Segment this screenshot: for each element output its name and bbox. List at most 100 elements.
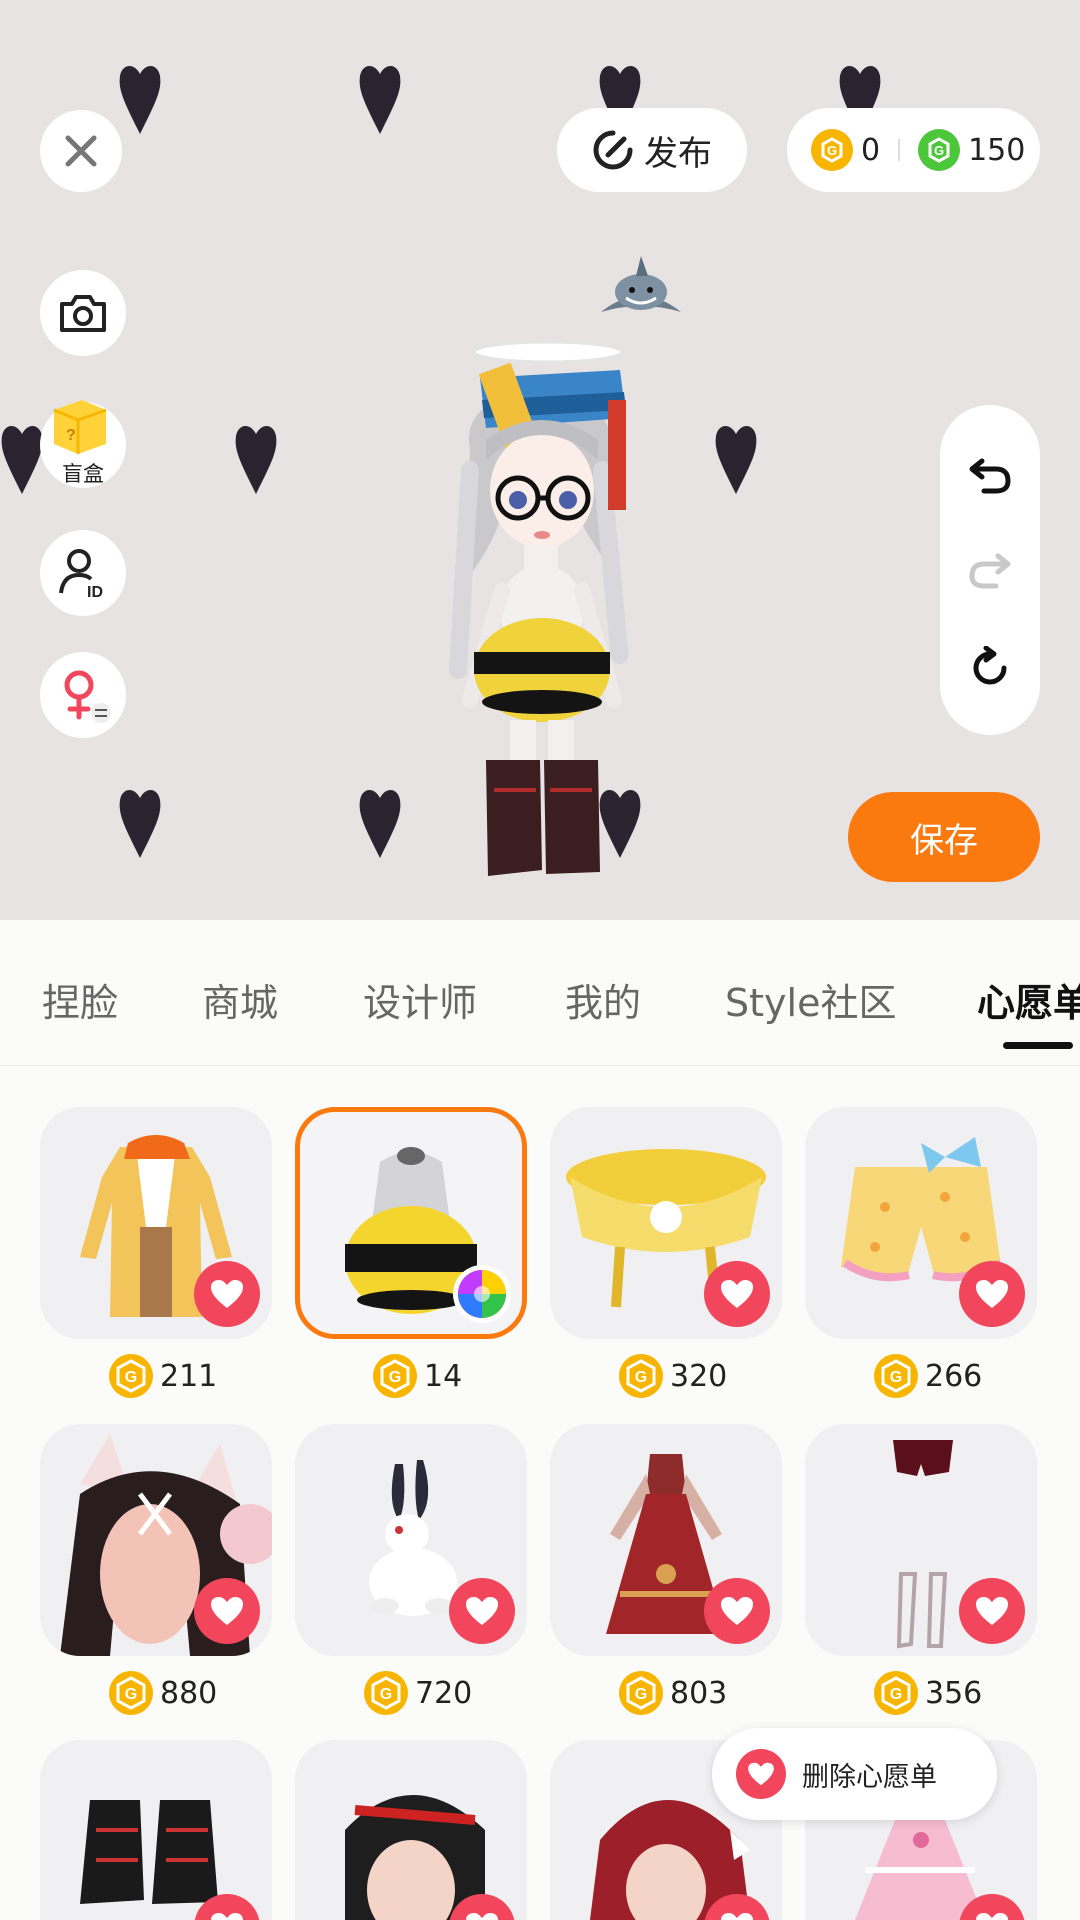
item-price: G 803 bbox=[618, 1668, 727, 1718]
publish-button[interactable]: 发布 bbox=[557, 108, 747, 192]
svg-text:G: G bbox=[125, 1686, 137, 1703]
favorite-button[interactable] bbox=[704, 1261, 770, 1327]
redo-button[interactable] bbox=[965, 545, 1015, 595]
category-tabs: 捏脸 商城 设计师 我的 Style社区 心愿单 bbox=[0, 920, 1080, 1066]
item-price-value: 320 bbox=[670, 1358, 728, 1394]
avatar-stage[interactable]: 发布 G 0 G 150 ? 盲盒 ID 保存 bbox=[0, 0, 1080, 920]
item-price: G 266 bbox=[873, 1351, 982, 1401]
history-panel bbox=[940, 405, 1040, 735]
gold-coin-icon: G bbox=[619, 1354, 663, 1398]
tab-wishlist[interactable]: 心愿单 bbox=[977, 972, 1080, 1027]
svg-text:G: G bbox=[890, 1686, 902, 1703]
wishlist-item-card[interactable] bbox=[550, 1424, 782, 1656]
black-hair-thumbnail bbox=[345, 1795, 485, 1920]
item-price: G 880 bbox=[108, 1668, 217, 1718]
wishlist-item-card[interactable] bbox=[40, 1107, 272, 1339]
wishlist-item-card[interactable] bbox=[805, 1424, 1037, 1656]
tab-style-community[interactable]: Style社区 bbox=[725, 972, 896, 1027]
remove-wishlist-button[interactable]: 删除心愿单 bbox=[712, 1728, 997, 1820]
wishlist-item-card-selected[interactable] bbox=[295, 1107, 527, 1339]
wishlist-item-card[interactable] bbox=[805, 1107, 1037, 1339]
wishlist-item-card[interactable] bbox=[40, 1424, 272, 1656]
gold-coin-icon: G bbox=[811, 129, 853, 171]
boots-thumbnail bbox=[80, 1800, 218, 1904]
gold-balance: 0 bbox=[861, 132, 881, 168]
heart-icon bbox=[721, 1280, 753, 1308]
wishlist-item-card[interactable] bbox=[295, 1740, 527, 1920]
item-price: G 720 bbox=[363, 1668, 472, 1718]
gold-coin-icon: G bbox=[109, 1354, 153, 1398]
redo-icon bbox=[969, 553, 1011, 589]
svg-text:G: G bbox=[635, 1369, 647, 1386]
reset-button[interactable] bbox=[965, 643, 1015, 693]
favorite-button[interactable] bbox=[704, 1578, 770, 1644]
svg-text:G: G bbox=[890, 1369, 902, 1386]
favorite-button[interactable] bbox=[959, 1578, 1025, 1644]
gender-switch-button[interactable] bbox=[40, 652, 126, 738]
heart-decoration-icon bbox=[359, 65, 401, 134]
tab-shop[interactable]: 商城 bbox=[202, 972, 278, 1027]
avatar-model bbox=[449, 340, 629, 876]
item-price: G 211 bbox=[108, 1351, 217, 1401]
heart-icon bbox=[211, 1280, 243, 1308]
currency-balance[interactable]: G 0 G 150 bbox=[787, 108, 1040, 192]
favorite-button[interactable] bbox=[449, 1578, 515, 1644]
tab-face[interactable]: 捏脸 bbox=[42, 972, 118, 1027]
wishlist-item-card[interactable] bbox=[40, 1740, 272, 1920]
favorite-button[interactable] bbox=[959, 1261, 1025, 1327]
wishlist-item-card[interactable] bbox=[295, 1424, 527, 1656]
heart-decoration-icon bbox=[119, 65, 161, 134]
gold-coin-icon: G bbox=[619, 1671, 663, 1715]
heart-icon bbox=[976, 1913, 1008, 1920]
svg-text:G: G bbox=[934, 143, 944, 158]
item-price-value: 211 bbox=[160, 1358, 218, 1394]
user-id-icon: ID bbox=[59, 549, 103, 599]
favorite-button[interactable] bbox=[194, 1261, 260, 1327]
gold-coin-icon: G bbox=[874, 1671, 918, 1715]
gold-coin-icon: G bbox=[373, 1354, 417, 1398]
tab-mine[interactable]: 我的 bbox=[565, 972, 641, 1027]
green-coin-icon: G bbox=[918, 129, 961, 171]
item-price-value: 803 bbox=[670, 1675, 728, 1711]
favorite-button[interactable] bbox=[194, 1578, 260, 1644]
svg-text:G: G bbox=[125, 1369, 137, 1386]
heart-decoration-icon bbox=[1, 425, 43, 494]
svg-text:ID: ID bbox=[87, 584, 103, 599]
active-tab-indicator bbox=[1003, 1042, 1073, 1049]
camera-button[interactable] bbox=[40, 270, 126, 356]
svg-text:G: G bbox=[389, 1369, 401, 1386]
save-button[interactable]: 保存 bbox=[848, 792, 1040, 882]
female-gender-icon bbox=[64, 670, 111, 723]
publish-label: 发布 bbox=[644, 133, 712, 174]
undo-button[interactable] bbox=[965, 450, 1015, 500]
heart-icon bbox=[466, 1597, 498, 1625]
gold-coin-icon: G bbox=[364, 1671, 408, 1715]
item-price-value: 266 bbox=[925, 1358, 983, 1394]
shark-accessory bbox=[601, 256, 681, 312]
item-price-value: 356 bbox=[925, 1675, 983, 1711]
blind-box-label: 盲盒 bbox=[62, 462, 104, 486]
item-price: G 320 bbox=[618, 1351, 727, 1401]
undo-icon bbox=[969, 458, 1011, 494]
camera-icon bbox=[60, 295, 106, 332]
wishlist-item-card[interactable] bbox=[550, 1107, 782, 1339]
heart-icon bbox=[976, 1597, 1008, 1625]
item-price: G 356 bbox=[873, 1668, 982, 1718]
heart-badge bbox=[736, 1749, 786, 1799]
heart-decoration-icon bbox=[359, 789, 401, 858]
gold-coin-icon: G bbox=[109, 1671, 153, 1715]
item-price: G 14 bbox=[372, 1351, 462, 1401]
color-wheel-icon[interactable] bbox=[452, 1264, 512, 1324]
item-price-value: 880 bbox=[160, 1675, 218, 1711]
svg-text:G: G bbox=[380, 1686, 392, 1703]
avatar-id-button[interactable]: ID bbox=[40, 530, 126, 616]
reset-icon bbox=[973, 646, 1007, 685]
close-button[interactable] bbox=[40, 110, 122, 192]
svg-text:G: G bbox=[827, 143, 837, 158]
currency-divider bbox=[898, 139, 901, 161]
tab-designer[interactable]: 设计师 bbox=[363, 972, 477, 1027]
heart-icon bbox=[721, 1913, 753, 1920]
item-price-value: 720 bbox=[415, 1675, 473, 1711]
heart-icon bbox=[721, 1597, 753, 1625]
heart-decoration-icon bbox=[235, 425, 277, 494]
